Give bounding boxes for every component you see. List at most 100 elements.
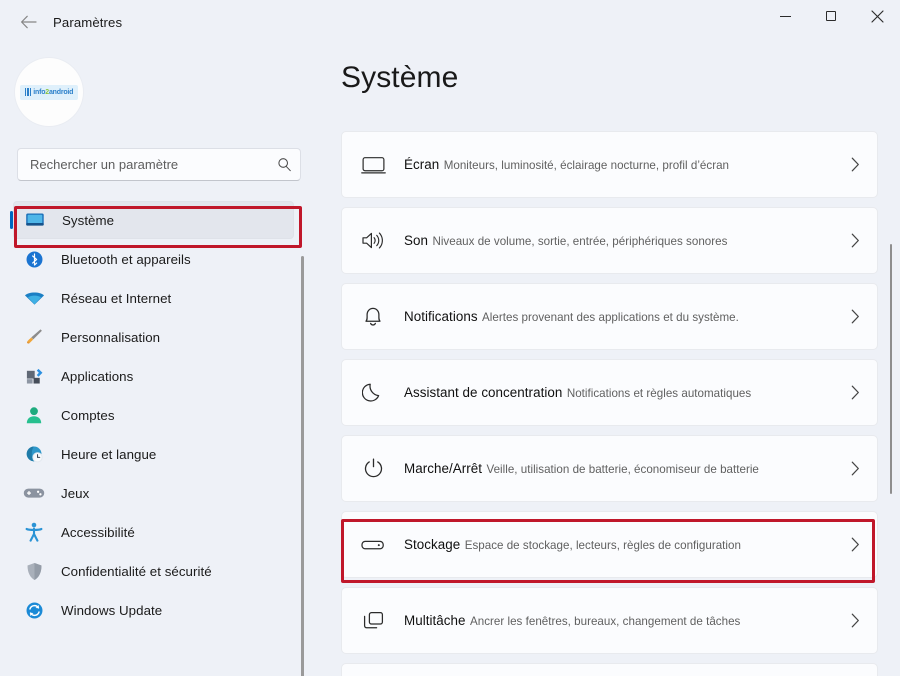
settings-card-son[interactable]: Son Niveaux de volume, sortie, entrée, p… — [341, 207, 878, 274]
settings-card-marche-arret[interactable]: Marche/Arrêt Veille, utilisation de batt… — [341, 435, 878, 502]
card-title: Multitâche — [404, 613, 466, 628]
display-icon — [342, 155, 404, 175]
search-input[interactable]: Rechercher un paramètre — [17, 148, 301, 181]
sidebar-nav-list: Système Bluetooth et appareils — [0, 200, 310, 676]
avatar-logo-part1: info — [33, 89, 45, 96]
sidebar-item-label: Confidentialité et sécurité — [61, 564, 212, 579]
sidebar-item-label: Bluetooth et appareils — [61, 252, 191, 267]
card-title: Marche/Arrêt — [404, 461, 482, 476]
settings-card-partial-next[interactable] — [341, 663, 878, 676]
sidebar-item-confidentialite-et-securite[interactable]: Confidentialité et sécurité — [13, 552, 294, 590]
main-scrollbar[interactable] — [890, 244, 893, 494]
minimize-button[interactable] — [762, 0, 808, 32]
apps-icon — [17, 364, 51, 388]
accessibility-icon — [17, 520, 51, 544]
logo-bars-icon — [25, 88, 32, 96]
card-title: Assistant de concentration — [404, 385, 562, 400]
app-title: Paramètres — [53, 15, 122, 30]
sidebar-item-reseau-et-internet[interactable]: Réseau et Internet — [13, 279, 294, 317]
card-text: Notifications Alertes provenant des appl… — [404, 308, 833, 326]
bell-icon — [342, 305, 404, 328]
sidebar-item-label: Personnalisation — [61, 330, 160, 345]
settings-card-assistant-de-concentration[interactable]: Assistant de concentration Notifications… — [341, 359, 878, 426]
multitask-windows-icon — [342, 610, 404, 632]
sidebar-item-personnalisation[interactable]: Personnalisation — [13, 318, 294, 356]
sidebar-item-systeme[interactable]: Système — [13, 201, 294, 239]
sidebar: info 2 android Rechercher un paramètre — [0, 44, 310, 676]
sidebar-item-label: Accessibilité — [61, 525, 135, 540]
storage-drive-icon — [342, 538, 404, 552]
card-text: Marche/Arrêt Veille, utilisation de batt… — [404, 460, 833, 478]
page-title: Système — [341, 61, 458, 95]
settings-card-notifications[interactable]: Notifications Alertes provenant des appl… — [341, 283, 878, 350]
user-avatar-container[interactable]: info 2 android — [15, 58, 83, 126]
maximize-button[interactable] — [808, 0, 854, 32]
gamepad-icon — [17, 481, 51, 505]
moon-icon — [342, 381, 404, 404]
sidebar-item-heure-et-langue[interactable]: Heure et langue — [13, 435, 294, 473]
window-caption-buttons — [762, 0, 900, 32]
card-title: Son — [404, 233, 428, 248]
card-subtitle: Moniteurs, luminosité, éclairage nocturn… — [444, 159, 729, 172]
sidebar-item-label: Réseau et Internet — [61, 291, 171, 306]
power-icon — [342, 457, 404, 480]
sidebar-item-applications[interactable]: Applications — [13, 357, 294, 395]
sidebar-scrollbar[interactable] — [301, 256, 304, 676]
update-refresh-icon — [17, 598, 51, 622]
back-button[interactable] — [11, 7, 45, 37]
close-icon — [871, 10, 884, 23]
sidebar-item-label: Jeux — [61, 486, 89, 501]
avatar: info 2 android — [15, 58, 83, 126]
minimize-icon — [780, 16, 791, 17]
card-text: Écran Moniteurs, luminosité, éclairage n… — [404, 156, 833, 174]
sidebar-item-label: Heure et langue — [61, 447, 156, 462]
settings-card-list: Écran Moniteurs, luminosité, éclairage n… — [341, 131, 878, 676]
settings-card-multitache[interactable]: Multitâche Ancrer les fenêtres, bureaux,… — [341, 587, 878, 654]
sidebar-item-bluetooth-et-appareils[interactable]: Bluetooth et appareils — [13, 240, 294, 278]
card-text: Assistant de concentration Notifications… — [404, 384, 833, 402]
sidebar-item-windows-update[interactable]: Windows Update — [13, 591, 294, 629]
chevron-right-icon — [833, 385, 877, 400]
sidebar-item-jeux[interactable]: Jeux — [13, 474, 294, 512]
card-subtitle: Niveaux de volume, sortie, entrée, périp… — [432, 235, 727, 248]
search-icon-button[interactable] — [268, 157, 300, 172]
paintbrush-icon — [17, 325, 51, 349]
card-subtitle: Veille, utilisation de batterie, économi… — [486, 463, 758, 476]
chevron-right-icon — [833, 233, 877, 248]
chevron-right-icon — [833, 309, 877, 324]
settings-card-ecran[interactable]: Écran Moniteurs, luminosité, éclairage n… — [341, 131, 878, 198]
globe-clock-icon — [17, 442, 51, 466]
card-subtitle: Notifications et règles automatiques — [567, 387, 751, 400]
search-icon — [277, 157, 292, 172]
wifi-icon — [17, 286, 51, 310]
sidebar-item-comptes[interactable]: Comptes — [13, 396, 294, 434]
card-title: Écran — [404, 157, 439, 172]
person-icon — [17, 403, 51, 427]
card-text: Son Niveaux de volume, sortie, entrée, p… — [404, 232, 833, 250]
card-subtitle: Alertes provenant des applications et du… — [482, 311, 739, 324]
sidebar-item-label: Windows Update — [61, 603, 162, 618]
close-button[interactable] — [854, 0, 900, 32]
settings-card-stockage[interactable]: Stockage Espace de stockage, lecteurs, r… — [341, 511, 878, 578]
speaker-icon — [342, 230, 404, 251]
chevron-right-icon — [833, 537, 877, 552]
sidebar-item-accessibilite[interactable]: Accessibilité — [13, 513, 294, 551]
card-text: Multitâche Ancrer les fenêtres, bureaux,… — [404, 612, 833, 630]
chevron-right-icon — [833, 613, 877, 628]
shield-icon — [17, 559, 51, 583]
card-subtitle: Espace de stockage, lecteurs, règles de … — [465, 539, 741, 552]
card-title: Notifications — [404, 309, 478, 324]
back-arrow-icon — [20, 15, 37, 29]
chevron-right-icon — [833, 461, 877, 476]
maximize-icon — [826, 11, 836, 21]
card-title: Stockage — [404, 537, 460, 552]
search-placeholder: Rechercher un paramètre — [30, 157, 268, 172]
chevron-right-icon — [833, 157, 877, 172]
sidebar-item-label: Système — [62, 213, 114, 228]
avatar-logo-part3: android — [49, 89, 73, 96]
avatar-logo: info 2 android — [20, 85, 78, 100]
monitor-icon — [18, 208, 52, 232]
title-bar: Paramètres — [0, 0, 900, 44]
settings-window: Paramètres info 2 android — [0, 0, 900, 676]
main-content: Système Écran Moniteurs, luminosité, écl… — [310, 44, 900, 676]
